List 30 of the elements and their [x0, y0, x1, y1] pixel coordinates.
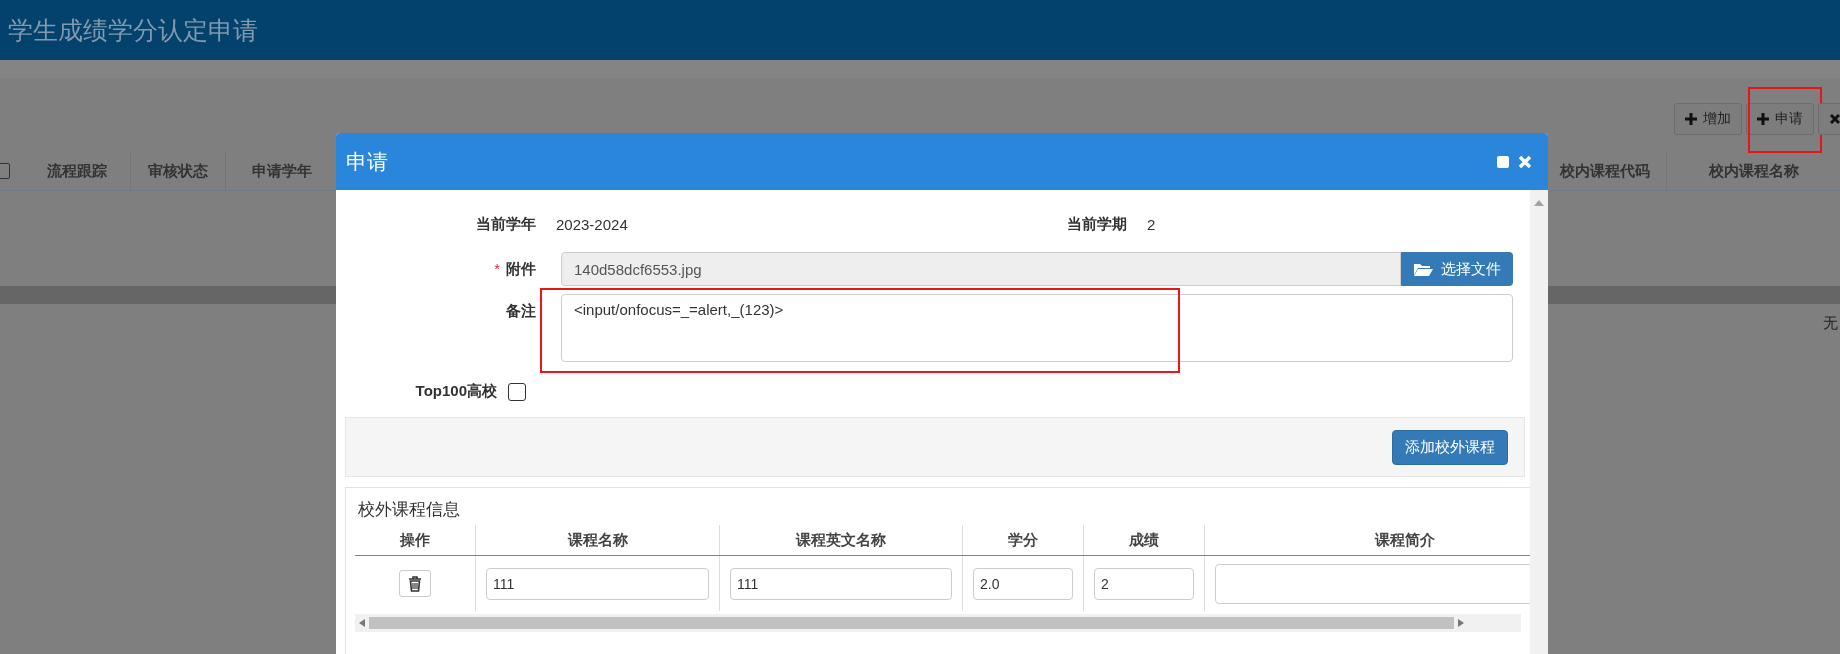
input-field[interactable]: 2.0	[973, 567, 1073, 600]
column-header: 学分	[963, 525, 1084, 555]
required-mark: *	[494, 260, 500, 277]
column-header: 成绩	[1084, 525, 1205, 555]
dialog-title: 申请	[346, 148, 388, 175]
column-header: 课程名称	[476, 525, 720, 555]
field-label: 附件	[506, 260, 536, 277]
column-header: 流程跟踪	[24, 152, 131, 190]
remark-field[interactable]: <input/onfocus=_=alert,_(123)>	[561, 294, 1513, 362]
add-course-button[interactable]: 添加校外课程	[1392, 429, 1508, 465]
field-value: 2	[1146, 216, 1157, 233]
toolbar-button[interactable]: 申请	[1746, 103, 1814, 135]
page-title: 学生成绩学分认定申请	[8, 14, 258, 46]
choose-file-button[interactable]: 选择文件	[1401, 252, 1513, 286]
panel-title: 校外课程信息	[357, 499, 461, 521]
input-field[interactable]: 111	[730, 567, 952, 600]
empty-text: 无	[1823, 313, 1838, 333]
input-field[interactable]: 2	[1094, 567, 1194, 600]
field-label: 当前学期	[1066, 215, 1127, 234]
column-header: 课程英文名称	[720, 525, 963, 555]
field-label: Top100高校	[414, 382, 497, 401]
column-header: 校内课程名称	[1707, 161, 1800, 181]
file-field[interactable]: 140d58dcf6553.jpg	[561, 252, 1401, 286]
toolbar-button[interactable]: 增加	[1674, 103, 1742, 135]
input-field[interactable]: 111	[486, 567, 709, 600]
field-label: 当前学年	[475, 215, 536, 234]
field-label: 备注	[506, 302, 536, 319]
column-header: 审核状态	[131, 152, 226, 190]
column-header: 操作	[355, 525, 476, 555]
field-value: 2023-2024	[555, 216, 629, 233]
